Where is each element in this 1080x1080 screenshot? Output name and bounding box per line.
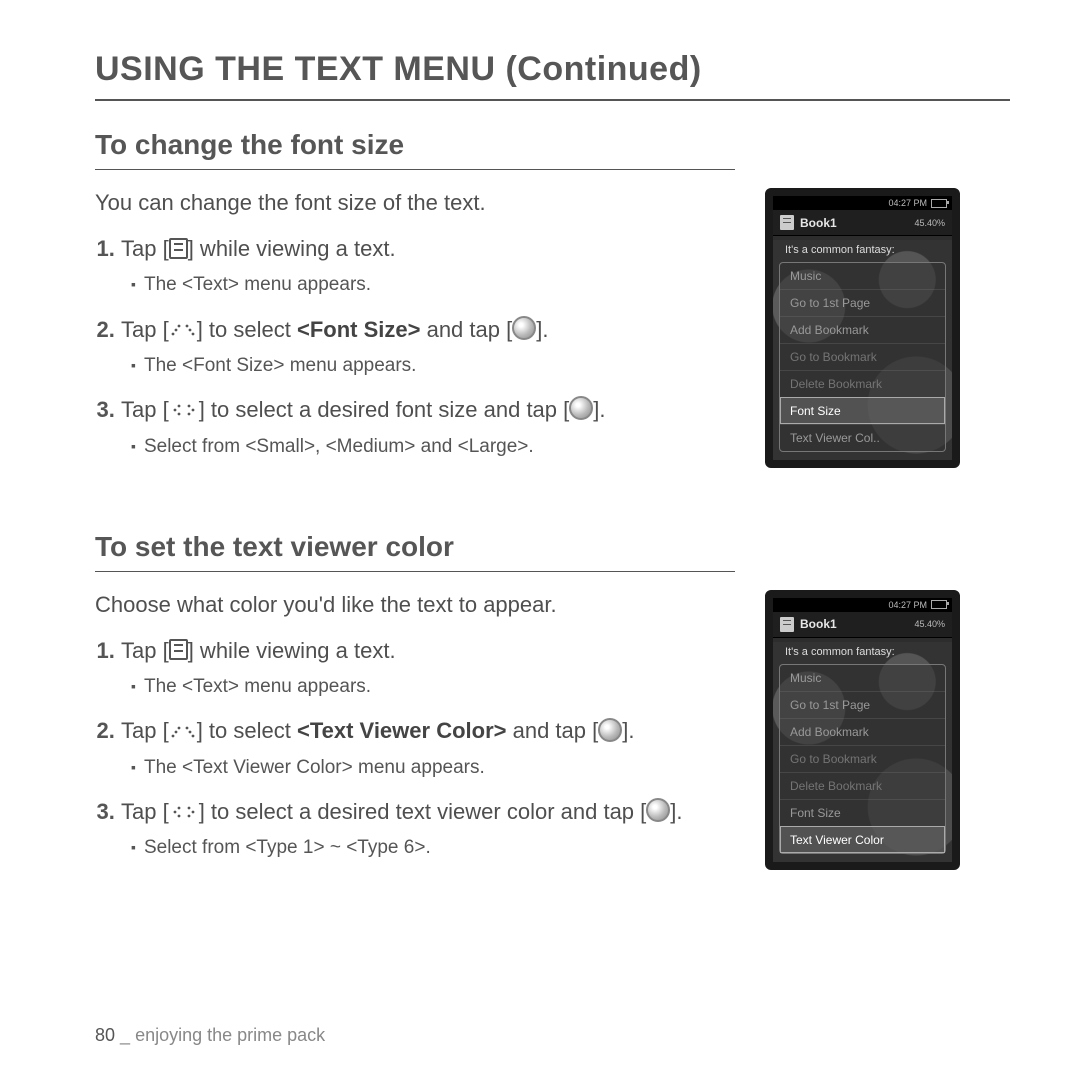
step-text: Tap [ xyxy=(121,638,169,663)
step-item: Tap [ ] to select a desired text viewer c… xyxy=(121,797,735,862)
device-statusbar: 04:27 PM xyxy=(773,598,952,612)
section1-intro: You can change the font size of the text… xyxy=(95,190,735,216)
section2-list: Tap [ ] while viewing a text. The <Text> m… xyxy=(121,636,735,862)
step-bold: <Text Viewer Color> xyxy=(297,718,507,743)
section2-steps: Choose what color you'd like the text to… xyxy=(95,586,735,878)
step-item: Tap [ ] while viewing a text. The <Text> m… xyxy=(121,636,735,701)
device-statusbar: 04:27 PM xyxy=(773,196,952,210)
step-sub: Select from <Type 1> ~ <Type 6>. xyxy=(131,835,729,861)
step-text: ]. xyxy=(593,397,605,422)
step-sub: The <Text Viewer Color> menu appears. xyxy=(131,755,729,781)
step-text: and tap [ xyxy=(506,718,598,743)
device-menu-item[interactable]: Go to Bookmark xyxy=(780,745,945,772)
step-text: ]. xyxy=(622,718,634,743)
device-menu-item[interactable]: Go to 1st Page xyxy=(780,691,945,718)
left-right-icon xyxy=(169,403,199,417)
section2-intro: Choose what color you'd like the text to… xyxy=(95,592,735,618)
document-icon xyxy=(780,215,794,230)
device-menu-item[interactable]: Text Viewer Color xyxy=(780,826,945,853)
section1-list: Tap [ ] while viewing a text. The <Text> m… xyxy=(121,234,735,460)
step-item: Tap [ ] to select <Font Size> and tap [].… xyxy=(121,315,735,380)
step-bold: <Font Size> xyxy=(297,317,420,342)
step-item: Tap [ ] to select <Text Viewer Color> and… xyxy=(121,716,735,781)
device-percent: 45.40% xyxy=(914,218,945,228)
step-text: Tap [ xyxy=(121,397,169,422)
step-text: Tap [ xyxy=(121,317,169,342)
up-down-icon xyxy=(169,725,197,739)
step-text: ]. xyxy=(536,317,548,342)
device-titlebar: Book1 45.40% xyxy=(773,612,952,638)
section1-steps: You can change the font size of the text… xyxy=(95,184,735,476)
footer-sep: _ xyxy=(120,1025,135,1045)
step-text: Tap [ xyxy=(121,236,169,261)
device-menu-item[interactable]: Delete Bookmark xyxy=(780,772,945,799)
step-sub: Select from <Small>, <Medium> and <Large… xyxy=(131,434,729,460)
ok-icon xyxy=(598,718,622,742)
footer-caption: enjoying the prime pack xyxy=(135,1025,325,1045)
step-text: ] to select a desired font size and tap … xyxy=(199,397,570,422)
device-menu-item[interactable]: Add Bookmark xyxy=(780,718,945,745)
left-right-icon xyxy=(169,805,199,819)
ok-icon xyxy=(646,798,670,822)
device-title: Book1 xyxy=(800,216,837,230)
device-menu-item[interactable]: Font Size xyxy=(780,799,945,826)
step-item: Tap [ ] while viewing a text. The <Text> m… xyxy=(121,234,735,299)
device-screenshot-1: 04:27 PM Book1 45.40% It's a common fantasy… xyxy=(765,188,960,468)
step-sub: The <Font Size> menu appears. xyxy=(131,353,729,379)
device-menu-item[interactable]: Delete Bookmark xyxy=(780,370,945,397)
device-menu: MusicGo to 1st PageAdd BookmarkGo to Boo… xyxy=(779,664,946,854)
battery-icon xyxy=(931,600,947,609)
device-titlebar: Book1 45.40% xyxy=(773,210,952,236)
step-text: Tap [ xyxy=(121,718,169,743)
page-footer: 80 _ enjoying the prime pack xyxy=(95,1025,325,1046)
menu-icon xyxy=(169,238,188,259)
device-title: Book1 xyxy=(800,617,837,631)
step-text: and tap [ xyxy=(420,317,512,342)
section1-title: To change the font size xyxy=(95,129,735,170)
step-text: ] while viewing a text. xyxy=(188,236,396,261)
step-text: ] to select xyxy=(197,317,297,342)
device-caption: It's a common fantasy: xyxy=(773,236,952,262)
device-menu: MusicGo to 1st PageAdd BookmarkGo to Boo… xyxy=(779,262,946,452)
device-screenshot-2: 04:27 PM Book1 45.40% It's a common fantasy… xyxy=(765,590,960,870)
page-number: 80 xyxy=(95,1025,115,1045)
ok-icon xyxy=(569,396,593,420)
device-time: 04:27 PM xyxy=(888,600,927,610)
device-menu-item[interactable]: Text Viewer Col.. xyxy=(780,424,945,451)
step-text: ] to select xyxy=(197,718,297,743)
document-icon xyxy=(780,617,794,632)
device-time: 04:27 PM xyxy=(888,198,927,208)
device-menu-item[interactable]: Music xyxy=(780,263,945,289)
section2-title: To set the text viewer color xyxy=(95,531,735,572)
step-text: ] to select a desired text viewer color … xyxy=(199,799,647,824)
step-text: ]. xyxy=(670,799,682,824)
page-title: USING THE TEXT MENU (Continued) xyxy=(95,50,1010,101)
device-caption: It's a common fantasy: xyxy=(773,638,952,664)
step-sub: The <Text> menu appears. xyxy=(131,674,729,700)
ok-icon xyxy=(512,316,536,340)
step-text: Tap [ xyxy=(121,799,169,824)
device-menu-item[interactable]: Font Size xyxy=(780,397,945,424)
device-menu-item[interactable]: Music xyxy=(780,665,945,691)
step-sub: The <Text> menu appears. xyxy=(131,272,729,298)
device-menu-item[interactable]: Add Bookmark xyxy=(780,316,945,343)
menu-icon xyxy=(169,639,188,660)
step-text: ] while viewing a text. xyxy=(188,638,396,663)
battery-icon xyxy=(931,199,947,208)
step-item: Tap [ ] to select a desired font size and… xyxy=(121,395,735,460)
device-menu-item[interactable]: Go to Bookmark xyxy=(780,343,945,370)
up-down-icon xyxy=(169,323,197,337)
device-percent: 45.40% xyxy=(914,619,945,629)
device-menu-item[interactable]: Go to 1st Page xyxy=(780,289,945,316)
